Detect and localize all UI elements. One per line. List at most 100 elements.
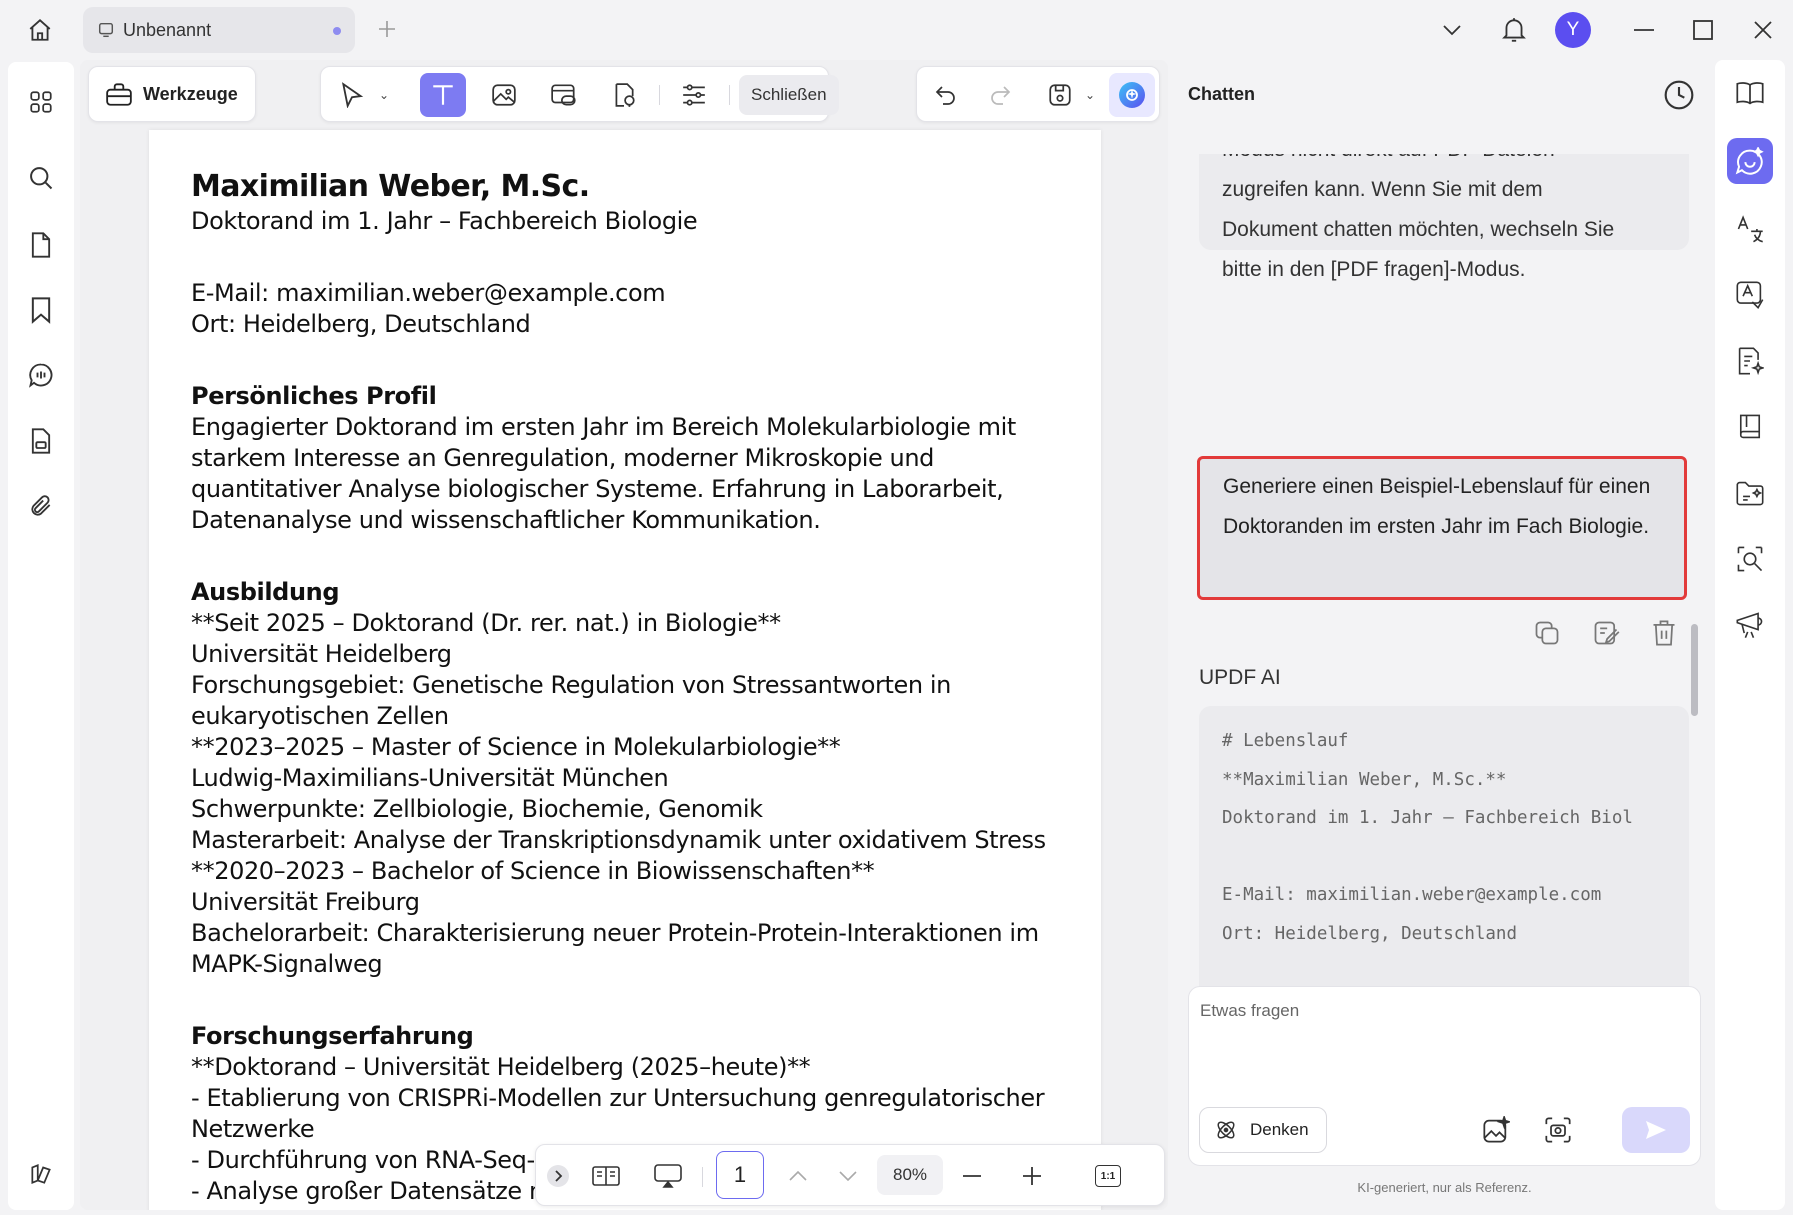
watermark-tool-icon[interactable] bbox=[601, 73, 647, 117]
education-line: Forschungsgebiet: Genetische Regulation … bbox=[191, 671, 951, 699]
resume-subtitle: Doktorand im 1. Jahr – Fachbereich Biolo… bbox=[191, 207, 698, 235]
document-search-icon[interactable] bbox=[1727, 536, 1773, 582]
tools-button-label: Werkzeuge bbox=[143, 83, 238, 104]
section-heading-profile: Persönliches Profil bbox=[191, 382, 437, 410]
profile-line: Engagierter Doktorand im ersten Jahr im … bbox=[191, 413, 1016, 441]
section-heading-education: Ausbildung bbox=[191, 578, 340, 606]
think-button-label: Denken bbox=[1250, 1120, 1309, 1139]
chat-input-placeholder[interactable]: Etwas fragen bbox=[1200, 1001, 1299, 1021]
reader-book-icon[interactable] bbox=[1727, 70, 1773, 116]
ai-disclaimer: KI-generiert, nur als Referenz. bbox=[1357, 1180, 1532, 1195]
chat-history-clock-icon[interactable] bbox=[1660, 76, 1698, 114]
chat-input-box[interactable]: Etwas fragen Denken bbox=[1188, 986, 1701, 1166]
edit-tools-group: ⌄ Schließen bbox=[320, 66, 839, 122]
user-avatar[interactable]: Y bbox=[1555, 12, 1591, 48]
link-tool-icon[interactable] bbox=[541, 73, 587, 117]
ai-response-code-block: # Lebenslauf **Maximilian Weber, M.Sc.**… bbox=[1199, 706, 1689, 1006]
tools-button[interactable]: Werkzeuge bbox=[88, 66, 256, 122]
notification-bell-icon[interactable] bbox=[1494, 8, 1534, 52]
ai-summary-document-icon[interactable] bbox=[1727, 338, 1773, 384]
actual-size-label: 1:1 bbox=[1095, 1165, 1121, 1187]
page-navigation-bar: 1 80% 1:1 bbox=[535, 1144, 1165, 1206]
form-document-icon[interactable] bbox=[21, 421, 61, 461]
education-line: MAPK-Signalweg bbox=[191, 950, 383, 978]
tabs-dropdown-chevron-icon[interactable] bbox=[1432, 8, 1472, 52]
document-workspace: Werkzeuge ⌄ Schließen ⌄ Maximilian Weber… bbox=[80, 60, 1168, 1210]
copy-icon[interactable] bbox=[1530, 616, 1564, 650]
actual-size-icon[interactable]: 1:1 bbox=[1086, 1155, 1130, 1197]
comment-icon[interactable] bbox=[21, 355, 61, 395]
previous-page-chevron-icon[interactable] bbox=[776, 1155, 820, 1197]
education-line: Schwerpunkte: Zellbiologie, Biochemie, G… bbox=[191, 795, 763, 823]
zoom-in-icon[interactable] bbox=[1010, 1155, 1054, 1197]
document-tab-icon bbox=[98, 22, 114, 38]
education-line: Masterarbeit: Analyse der Transkriptions… bbox=[191, 826, 1046, 854]
image-tool-icon[interactable] bbox=[481, 73, 527, 117]
section-heading-research: Forschungserfahrung bbox=[191, 1022, 474, 1050]
settings-sliders-icon[interactable] bbox=[671, 73, 717, 117]
layers-icon[interactable] bbox=[21, 1154, 61, 1194]
send-button[interactable] bbox=[1622, 1107, 1690, 1153]
close-edit-button[interactable]: Schließen bbox=[739, 75, 839, 115]
profile-line: starkem Interesse an Genregulation, mode… bbox=[191, 444, 935, 472]
bookmark-icon[interactable] bbox=[21, 290, 61, 330]
attachment-paperclip-icon[interactable] bbox=[21, 486, 61, 526]
think-button[interactable]: Denken bbox=[1199, 1107, 1327, 1153]
next-page-chevron-icon[interactable] bbox=[826, 1155, 870, 1197]
resume-email: E-Mail: maximilian.weber@example.com bbox=[191, 279, 666, 307]
undo-icon[interactable] bbox=[923, 73, 969, 117]
profile-line: Datenanalyse und wissenschaftlicher Komm… bbox=[191, 506, 821, 534]
education-line: eukaryotischen Zellen bbox=[191, 702, 449, 730]
close-window-icon[interactable] bbox=[1743, 8, 1783, 52]
expand-chevron-icon[interactable] bbox=[544, 1155, 572, 1197]
minimize-icon[interactable] bbox=[1624, 8, 1664, 52]
screenshot-camera-icon[interactable] bbox=[1537, 1109, 1579, 1151]
unsaved-dot bbox=[333, 27, 341, 35]
promote-megaphone-icon[interactable] bbox=[1727, 602, 1773, 648]
page-icon[interactable] bbox=[21, 225, 61, 265]
stamp-book-icon[interactable] bbox=[1727, 404, 1773, 450]
education-line: Universität Freiburg bbox=[191, 888, 420, 916]
save-icon[interactable] bbox=[1037, 73, 1083, 117]
delete-trash-icon[interactable] bbox=[1647, 616, 1681, 650]
search-icon[interactable] bbox=[21, 158, 61, 198]
select-arrow-icon[interactable] bbox=[327, 73, 377, 117]
new-tab-plus-icon[interactable] bbox=[372, 14, 402, 44]
profile-line: quantitativer Analyse biologischer Syste… bbox=[191, 475, 1004, 503]
home-icon[interactable] bbox=[20, 10, 60, 50]
chat-scrollbar[interactable] bbox=[1691, 624, 1698, 716]
main-toolbar: Werkzeuge ⌄ Schließen ⌄ bbox=[80, 60, 1168, 126]
updf-ai-icon[interactable] bbox=[1109, 73, 1155, 117]
education-line: Universität Heidelberg bbox=[191, 640, 452, 668]
ai-chat-icon[interactable] bbox=[1727, 138, 1773, 184]
page-layout-icon[interactable] bbox=[584, 1155, 628, 1197]
save-dropdown-chevron-icon[interactable]: ⌄ bbox=[1079, 73, 1101, 117]
zoom-level[interactable]: 80% bbox=[877, 1155, 943, 1195]
thumbnails-grid-icon[interactable] bbox=[21, 82, 61, 122]
document-tab[interactable]: Unbenannt bbox=[83, 7, 355, 53]
presentation-icon[interactable] bbox=[646, 1155, 690, 1197]
maximize-icon[interactable] bbox=[1683, 8, 1723, 52]
redo-icon[interactable] bbox=[977, 73, 1023, 117]
page-number-input[interactable]: 1 bbox=[716, 1151, 764, 1199]
toolbar-divider bbox=[659, 85, 660, 105]
batch-folder-icon[interactable] bbox=[1727, 470, 1773, 516]
user-message-bubble: Generiere einen Beispiel-Lebenslauf für … bbox=[1197, 456, 1687, 600]
edit-message-icon[interactable] bbox=[1589, 616, 1623, 650]
chat-messages[interactable]: Modus nicht direkt auf PDF-Dateien zugre… bbox=[1176, 154, 1713, 1008]
resume-location: Ort: Heidelberg, Deutschland bbox=[191, 310, 531, 338]
image-ai-icon[interactable] bbox=[1475, 1109, 1517, 1151]
text-tool-icon[interactable] bbox=[420, 73, 466, 117]
ai-message-bubble: Modus nicht direkt auf PDF-Dateien zugre… bbox=[1199, 154, 1689, 281]
select-dropdown-chevron-icon[interactable]: ⌄ bbox=[373, 73, 395, 117]
zoom-out-icon[interactable] bbox=[950, 1155, 994, 1197]
resume-content: Maximilian Weber, M.Sc. Doktorand im 1. … bbox=[191, 168, 1071, 1207]
send-arrow-icon bbox=[1646, 1121, 1666, 1139]
resume-name: Maximilian Weber, M.Sc. bbox=[191, 169, 590, 204]
education-line: **Seit 2025 – Doktorand (Dr. rer. nat.) … bbox=[191, 609, 781, 637]
ocr-text-recognition-icon[interactable] bbox=[1727, 272, 1773, 318]
translate-icon[interactable] bbox=[1727, 206, 1773, 252]
ai-sender-label: UPDF AI bbox=[1199, 666, 1281, 689]
education-line: **2020–2023 – Bachelor of Science in Bio… bbox=[191, 857, 875, 885]
pdf-page[interactable]: Maximilian Weber, M.Sc. Doktorand im 1. … bbox=[149, 130, 1101, 1210]
